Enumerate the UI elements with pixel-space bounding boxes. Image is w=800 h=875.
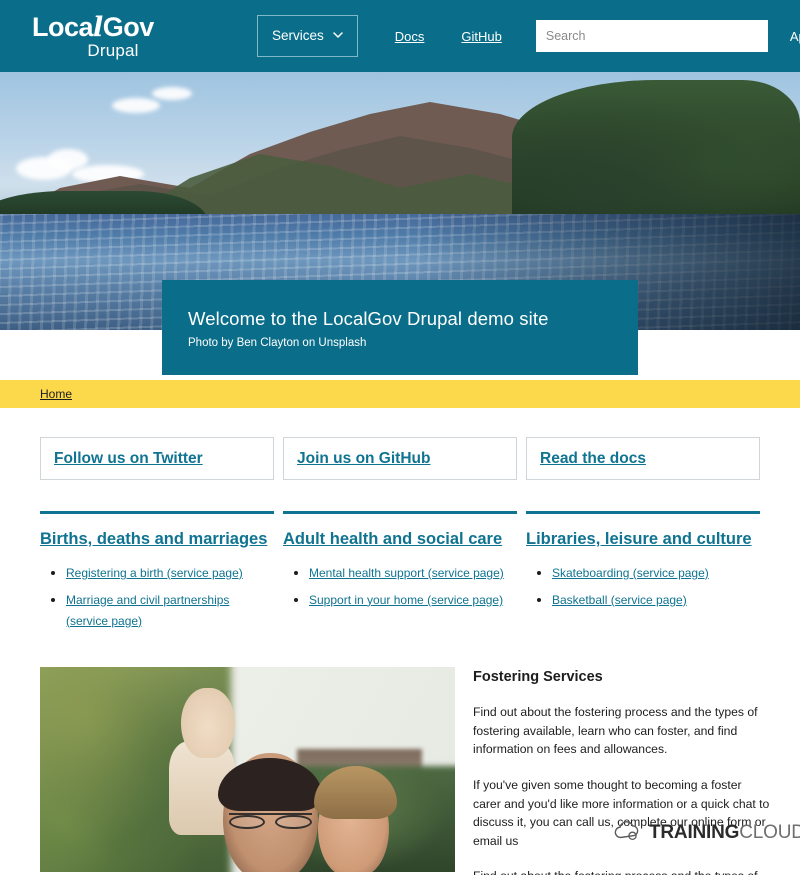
category-row: Births, deaths and marriages Registering… xyxy=(0,480,800,637)
logo-script-l: l xyxy=(93,11,103,43)
services-button-label: Services xyxy=(272,28,324,44)
category-title-link-libraries[interactable]: Libraries, leisure and culture xyxy=(526,530,752,548)
category-rule xyxy=(283,511,517,514)
promo-link-github[interactable]: Join us on GitHub xyxy=(297,450,430,468)
fostering-paragraph-1: Find out about the fostering process and… xyxy=(473,705,758,757)
logo-subtitle: Drupal xyxy=(87,40,139,60)
promo-link-twitter[interactable]: Follow us on Twitter xyxy=(54,450,203,468)
promo-card-twitter[interactable]: Follow us on Twitter xyxy=(40,437,274,480)
site-header: LocalGov Drupal Services Docs GitHub App… xyxy=(0,0,800,72)
photo-credit: Photo by Ben Clayton on Unsplash xyxy=(188,337,367,349)
list-item: Skateboarding (service page) xyxy=(552,563,760,584)
welcome-banner: Welcome to the LocalGov Drupal demo site… xyxy=(162,280,638,375)
category-title: Adult health and social care xyxy=(283,530,517,549)
fostering-services-section: Fostering Services Find out about the fo… xyxy=(0,637,800,875)
category-link-list: Skateboarding (service page) Basketball … xyxy=(526,563,760,611)
category-title-link-births[interactable]: Births, deaths and marriages xyxy=(40,530,267,548)
list-item: Registering a birth (service page) xyxy=(66,563,274,584)
fostering-text-block: Fostering Services Find out about the fo… xyxy=(473,667,770,875)
category-column-adult-health-social-care: Adult health and social care Mental heal… xyxy=(283,511,517,637)
category-title-link-adult-health[interactable]: Adult health and social care xyxy=(283,530,502,548)
promo-link-docs[interactable]: Read the docs xyxy=(540,450,646,468)
fostering-paragraph-3: Find out about the fostering process and… xyxy=(473,867,770,875)
welcome-title: Welcome to the LocalGov Drupal demo site xyxy=(188,308,549,329)
category-column-births-deaths-marriages: Births, deaths and marriages Registering… xyxy=(40,511,274,637)
category-title: Births, deaths and marriages xyxy=(40,530,274,549)
fostering-photo-family xyxy=(40,667,455,873)
category-link[interactable]: Registering a birth (service page) xyxy=(66,566,243,580)
promo-card-github[interactable]: Join us on GitHub xyxy=(283,437,517,480)
category-link-list: Registering a birth (service page) Marri… xyxy=(40,563,274,631)
nav-link-docs[interactable]: Docs xyxy=(395,29,425,44)
category-link[interactable]: Basketball (service page) xyxy=(552,593,687,607)
logo-wordmark: LocalGov xyxy=(32,11,154,43)
category-link[interactable]: Skateboarding (service page) xyxy=(552,566,709,580)
category-rule xyxy=(526,511,760,514)
list-item: Mental health support (service page) xyxy=(309,563,517,584)
category-title: Libraries, leisure and culture xyxy=(526,530,760,549)
fostering-title: Fostering Services xyxy=(473,669,603,686)
list-item: Basketball (service page) xyxy=(552,590,760,611)
search-input[interactable] xyxy=(535,20,768,52)
site-logo[interactable]: LocalGov Drupal xyxy=(32,11,212,60)
category-rule xyxy=(40,511,274,514)
search-apply-button[interactable]: Apply xyxy=(790,29,800,44)
nav-link-github[interactable]: GitHub xyxy=(461,29,501,44)
list-item: Support in your home (service page) xyxy=(309,590,517,611)
breadcrumb: Home xyxy=(0,380,800,408)
fostering-paragraph-2: If you've given some thought to becoming… xyxy=(473,778,770,848)
header-nav: Services Docs GitHub Apply xyxy=(212,15,800,57)
list-item: Marriage and civil partnerships (service… xyxy=(66,590,274,632)
promo-card-docs[interactable]: Read the docs xyxy=(526,437,760,480)
category-link[interactable]: Marriage and civil partnerships (service… xyxy=(66,593,229,628)
category-link[interactable]: Support in your home (service page) xyxy=(309,593,503,607)
hero-forest-right xyxy=(512,80,800,225)
services-dropdown-button[interactable]: Services xyxy=(257,15,358,57)
promo-card-row: Follow us on Twitter Join us on GitHub R… xyxy=(0,408,800,480)
category-link-list: Mental health support (service page) Sup… xyxy=(283,563,517,611)
category-column-libraries-leisure-culture: Libraries, leisure and culture Skateboar… xyxy=(526,511,760,637)
category-link[interactable]: Mental health support (service page) xyxy=(309,566,504,580)
chevron-down-icon xyxy=(333,30,343,40)
breadcrumb-link-home[interactable]: Home xyxy=(40,387,72,401)
